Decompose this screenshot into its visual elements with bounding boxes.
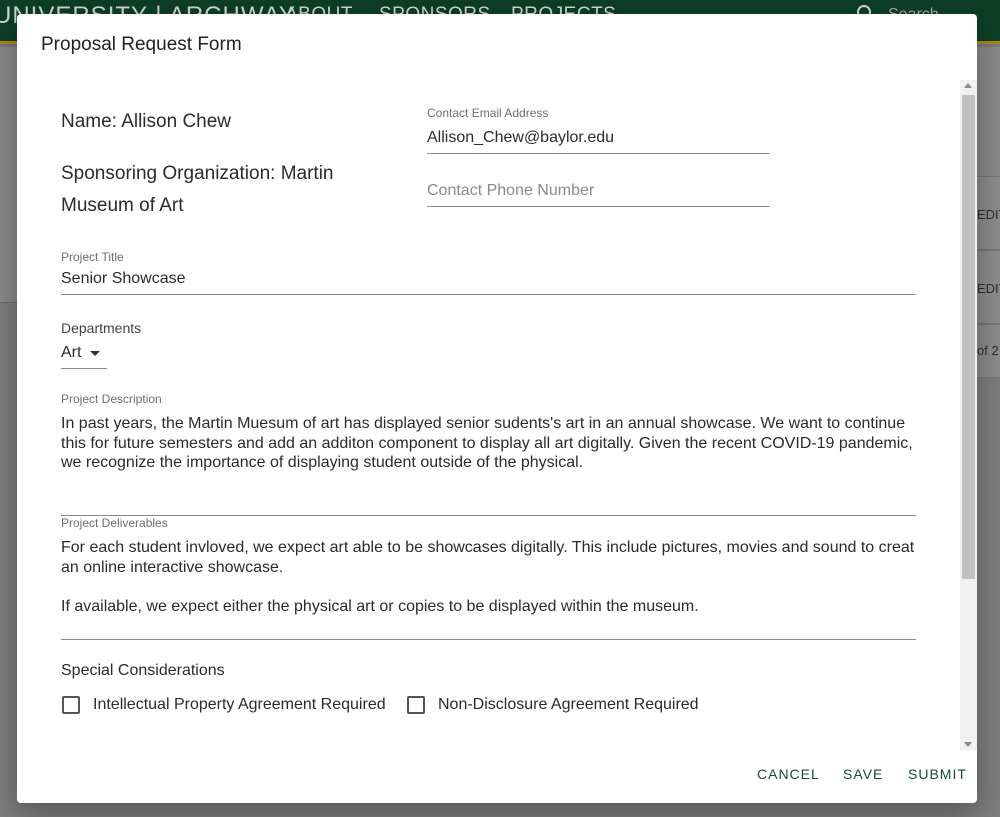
cancel-button[interactable]: CANCEL xyxy=(757,766,820,782)
contact-email-label: Contact Email Address xyxy=(427,106,549,120)
project-deliverables-underline xyxy=(61,639,916,640)
caret-down-icon xyxy=(90,351,100,356)
sponsoring-organization-line-2: Museum of Art xyxy=(61,195,184,216)
scroll-down-arrow-icon[interactable] xyxy=(964,742,972,747)
sponsor-name: Name: Allison Chew xyxy=(61,111,232,132)
project-description-label: Project Description xyxy=(61,392,162,406)
dialog-title: Proposal Request Form xyxy=(41,34,242,55)
project-deliverables-field[interactable]: For each student invloved, we expect art… xyxy=(61,538,919,616)
nda-checkbox[interactable] xyxy=(407,696,425,714)
contact-phone-field[interactable]: Contact Phone Number xyxy=(427,182,594,200)
background-pagination: of 2 xyxy=(977,324,1000,378)
sponsoring-organization-line-1: Sponsoring Organization: Martin xyxy=(61,163,334,184)
project-description-underline xyxy=(61,515,916,516)
ip-agreement-option[interactable]: Intellectual Property Agreement Required xyxy=(62,695,386,715)
contact-email-field[interactable]: Allison_Chew@baylor.edu xyxy=(427,129,614,147)
proposal-request-dialog: Proposal Request Form Name: Allison Chew… xyxy=(17,14,977,803)
scrollbar-thumb[interactable] xyxy=(962,95,975,579)
background-edit-button: EDIT xyxy=(977,250,1000,324)
departments-label: Departments xyxy=(61,320,142,336)
departments-selected-value: Art xyxy=(61,344,82,361)
special-considerations-heading: Special Considerations xyxy=(61,662,225,679)
project-deliverables-label: Project Deliverables xyxy=(61,516,168,530)
project-title-label: Project Title xyxy=(61,250,124,264)
project-title-underline xyxy=(61,294,916,295)
contact-phone-underline xyxy=(427,206,770,207)
ip-agreement-label[interactable]: Intellectual Property Agreement Required xyxy=(93,696,386,714)
scroll-up-arrow-icon[interactable] xyxy=(964,83,972,88)
project-title-field[interactable]: Senior Showcase xyxy=(61,270,186,288)
save-button[interactable]: SAVE xyxy=(843,766,883,782)
ip-agreement-checkbox[interactable] xyxy=(62,696,80,714)
nda-label[interactable]: Non-Disclosure Agreement Required xyxy=(438,696,699,714)
background-edit-button: EDIT xyxy=(977,176,1000,250)
departments-select[interactable]: Art xyxy=(61,342,107,369)
submit-button[interactable]: SUBMIT xyxy=(908,766,967,782)
project-description-field[interactable]: In past years, the Martin Muesum of art … xyxy=(61,414,919,473)
nda-option[interactable]: Non-Disclosure Agreement Required xyxy=(407,695,699,715)
dialog-scrollbar[interactable] xyxy=(960,80,977,750)
contact-email-underline xyxy=(427,153,770,154)
